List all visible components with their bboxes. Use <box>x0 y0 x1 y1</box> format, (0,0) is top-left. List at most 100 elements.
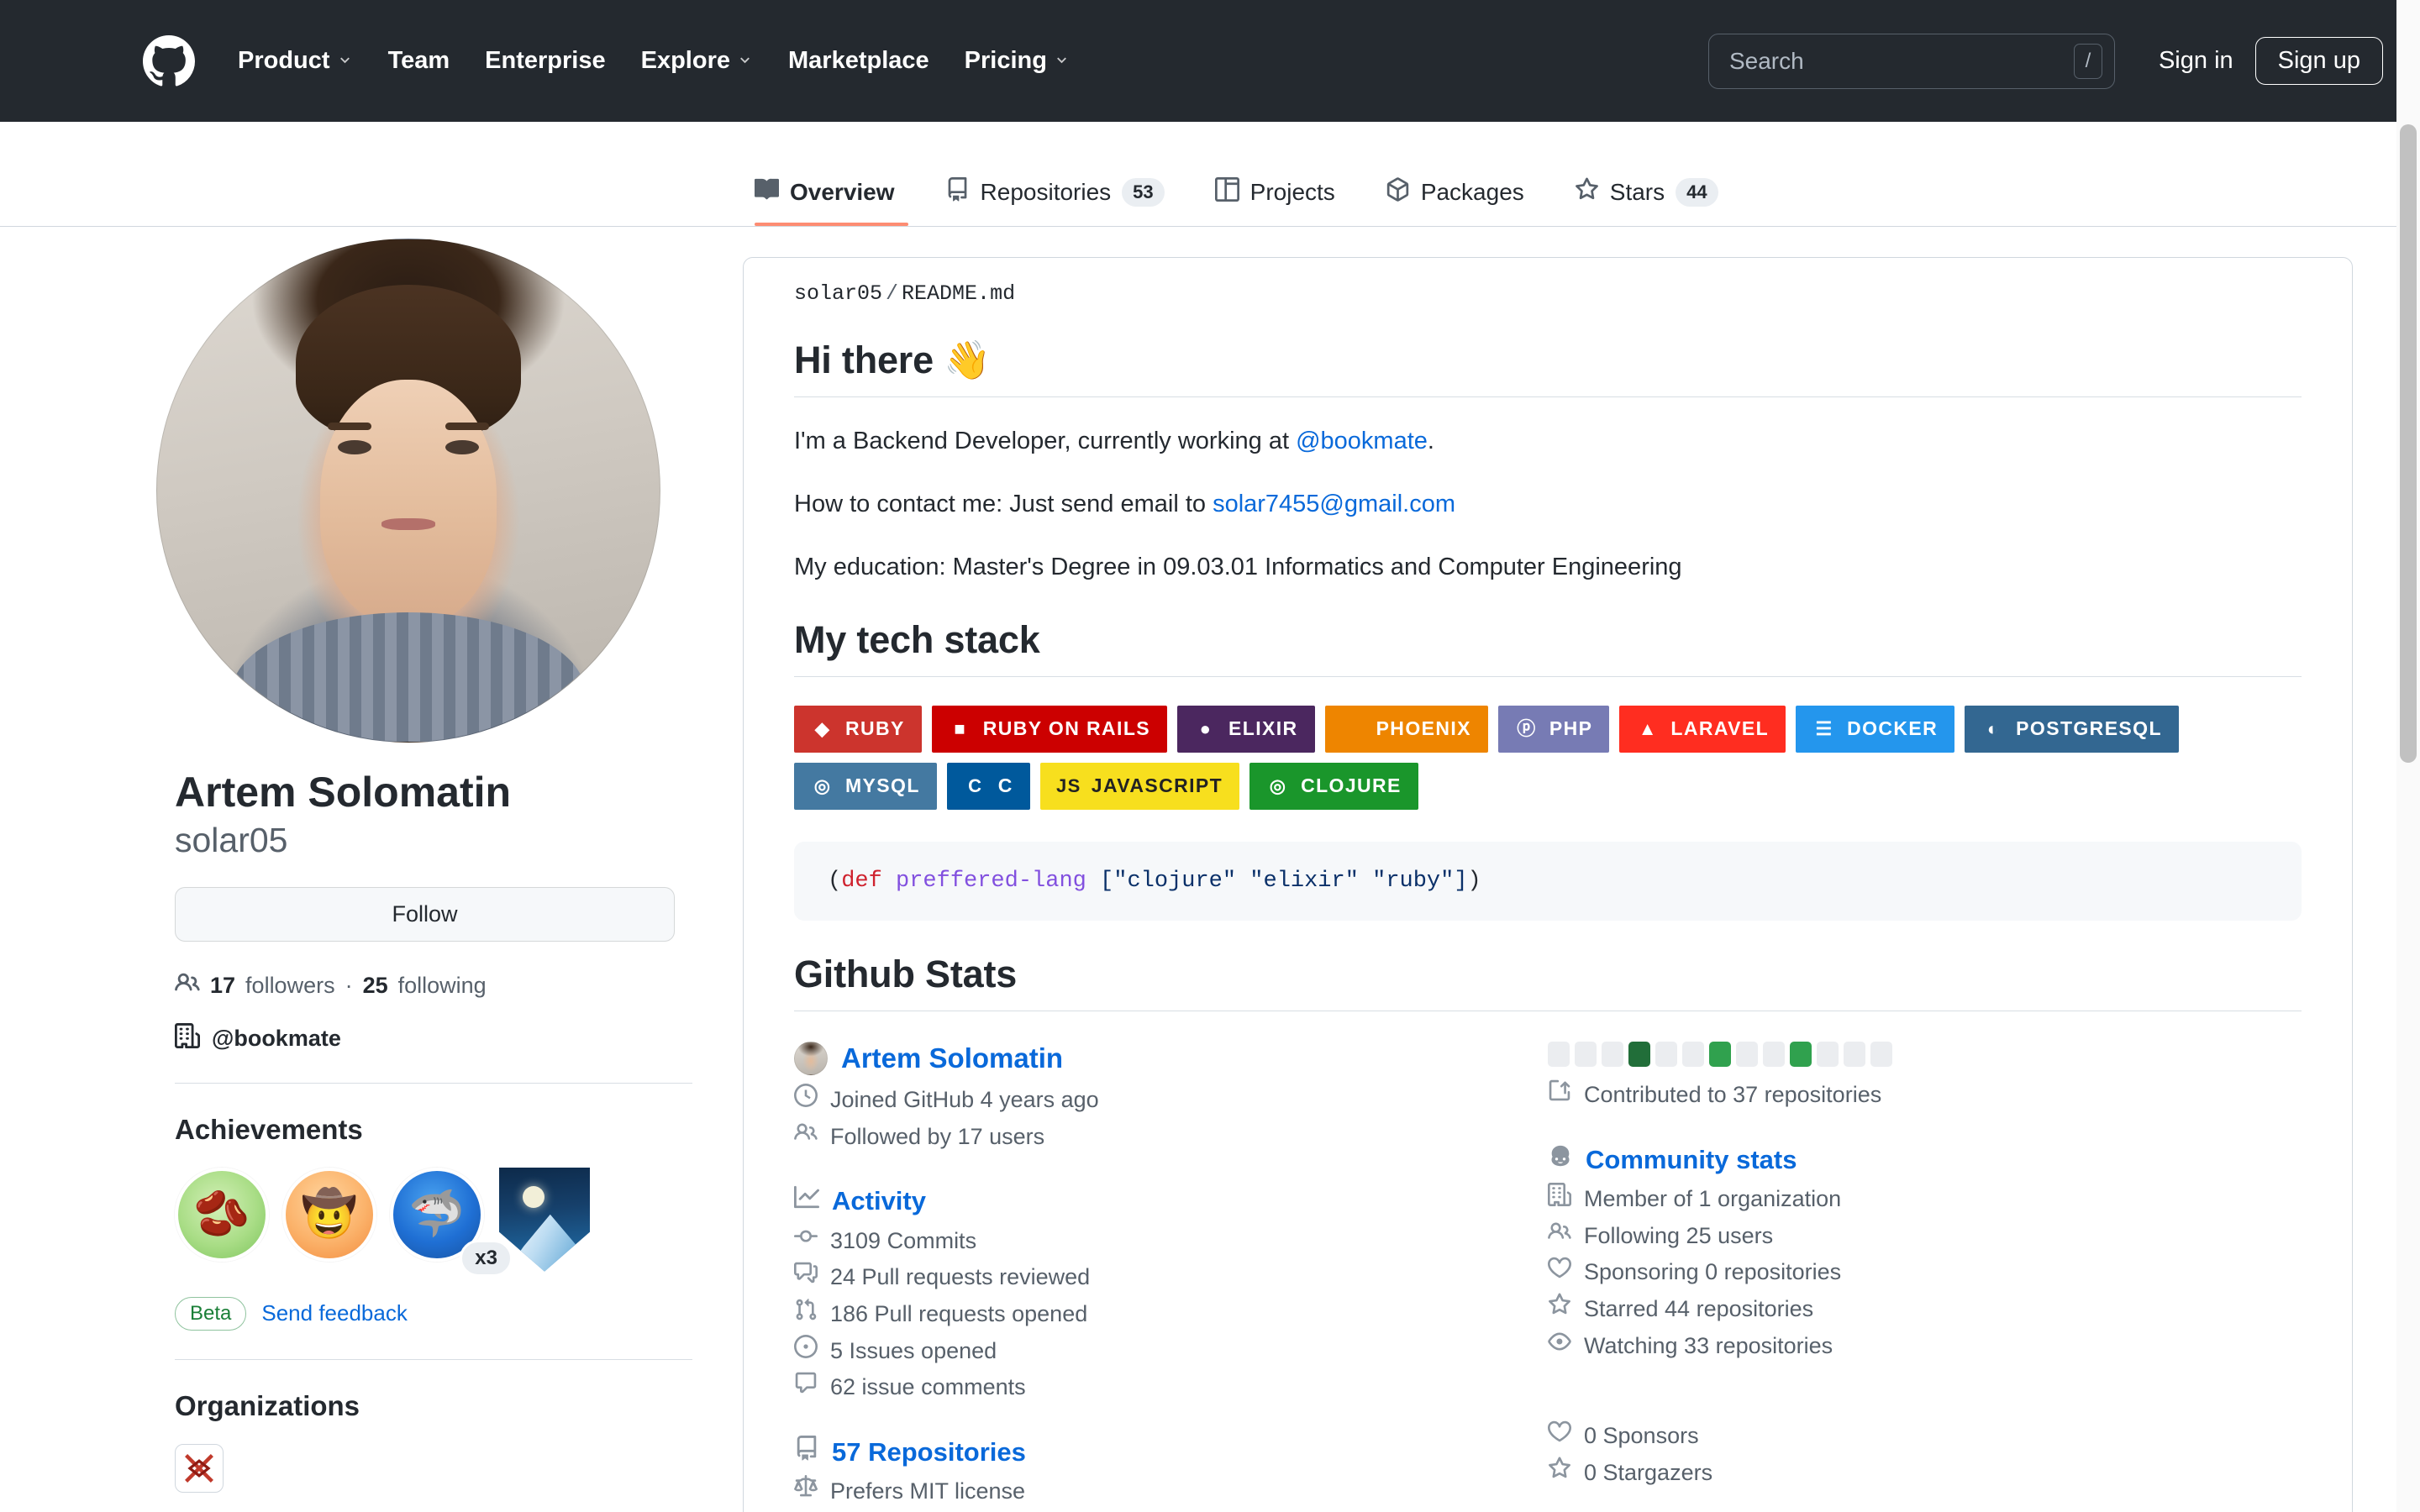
stats-starred-text: Starred 44 repositories <box>1584 1291 1813 1328</box>
nav-item-explore[interactable]: Explore <box>623 47 771 75</box>
badge-clojure[interactable]: ◎ CLOJURE <box>1249 763 1418 810</box>
stats-repositories-heading[interactable]: 57 Repositories <box>794 1431 1548 1473</box>
bookmate-link[interactable]: @bookmate <box>1296 428 1428 454</box>
sign-up-button[interactable]: Sign up <box>2255 37 2383 85</box>
contribution-square <box>1763 1042 1785 1067</box>
badge-phoenix[interactable]: PHOENIX <box>1325 706 1488 753</box>
readme-filename[interactable]: README.md <box>902 281 1015 306</box>
tab-label: Projects <box>1250 179 1335 206</box>
achievements-list: 🫘 🤠 🦈 x3 <box>175 1168 692 1272</box>
code-block-preferred-lang: (def preffered-lang ["clojure" "elixir" … <box>794 842 2302 921</box>
avatar-shirt <box>232 612 585 743</box>
activity-label[interactable]: Activity <box>832 1180 926 1222</box>
contribution-squares <box>1548 1042 2302 1067</box>
code-open-paren: ( <box>828 869 841 894</box>
docker-icon: ☰ <box>1812 717 1836 741</box>
nav-item-enterprise[interactable]: Enterprise <box>467 47 623 75</box>
nav-label: Product <box>238 47 330 75</box>
badge-laravel[interactable]: ▲LARAVEL <box>1619 706 1786 753</box>
achievement-arctic-code-vault[interactable] <box>497 1168 602 1272</box>
pair-extraordinaire-icon: 🫘 <box>175 1168 269 1262</box>
search-box[interactable]: / <box>1708 34 2115 89</box>
badge-ruby[interactable]: ◆RUBY <box>794 706 922 753</box>
tab-projects[interactable]: Projects <box>1190 177 1360 226</box>
stats-followed-text: Followed by 17 users <box>830 1119 1044 1156</box>
badge-c[interactable]: CC <box>947 763 1030 810</box>
chevron-down-icon <box>337 47 353 75</box>
tab-repositories[interactable]: Repositories 53 <box>920 177 1190 226</box>
community-label[interactable]: Community stats <box>1586 1139 1797 1181</box>
followers-count[interactable]: 17 <box>210 973 235 999</box>
stats-community-heading[interactable]: Community stats <box>1548 1139 2302 1181</box>
javascript-icon: JS <box>1057 774 1081 798</box>
badge-docker[interactable]: ☰DOCKER <box>1796 706 1954 753</box>
stats-user-row[interactable]: Artem Solomatin <box>794 1042 1548 1075</box>
nav-label: Pricing <box>965 47 1047 75</box>
achievement-quickdraw[interactable]: 🤠 <box>282 1168 387 1272</box>
header-right-actions: / Sign in Sign up <box>1708 34 2383 89</box>
contribution-square <box>1602 1042 1623 1067</box>
organization-name[interactable]: @bookmate <box>212 1026 341 1052</box>
clojure-icon: ◎ <box>1266 774 1290 798</box>
law-icon <box>794 1473 818 1510</box>
send-feedback-link[interactable]: Send feedback <box>261 1300 407 1326</box>
star-icon <box>1548 1291 1571 1328</box>
github-mark-icon[interactable] <box>143 35 195 87</box>
avatar[interactable] <box>156 239 660 743</box>
postgresql-icon: ◐ <box>1981 717 2005 741</box>
achievement-pair-extraordinaire[interactable]: 🫘 <box>175 1168 279 1272</box>
stats-watching-row: Watching 33 repositories <box>1548 1328 2302 1365</box>
tab-packages[interactable]: Packages <box>1360 177 1549 226</box>
sign-in-link[interactable]: Sign in <box>2137 47 2255 75</box>
badge-label: ELIXIR <box>1228 717 1298 740</box>
stats-license-row: Prefers MIT license <box>794 1473 1548 1510</box>
profile-sidebar: Artem Solomatin solar05 Follow 17 follow… <box>0 227 743 1512</box>
stats-sponsoring-row: Sponsoring 0 repositories <box>1548 1254 2302 1291</box>
follow-button[interactable]: Follow <box>175 887 675 942</box>
nav-item-pricing[interactable]: Pricing <box>947 47 1087 75</box>
beta-badge: Beta <box>175 1297 246 1331</box>
badge-php[interactable]: ⓟPHP <box>1498 706 1610 753</box>
nav-item-team[interactable]: Team <box>371 47 468 75</box>
page-scrollbar-thumb[interactable] <box>2400 124 2417 763</box>
badge-elixir[interactable]: ●ELIXIR <box>1177 706 1315 753</box>
readme-owner[interactable]: solar05 <box>794 281 882 306</box>
tab-overview[interactable]: Overview <box>743 177 920 226</box>
organization-avatar-bookmate[interactable] <box>175 1444 224 1493</box>
repo-push-icon <box>1548 1077 1571 1114</box>
following-count[interactable]: 25 <box>363 973 388 999</box>
primary-nav: Product Team Enterprise Explore Marketpl… <box>220 47 1708 75</box>
bookmate-logo-icon <box>181 1450 218 1487</box>
page-scrollbar-track[interactable] <box>2396 0 2420 1512</box>
contribution-square <box>1575 1042 1597 1067</box>
readme-paragraph-contact: How to contact me: Just send email to so… <box>794 486 2302 523</box>
nav-item-product[interactable]: Product <box>220 47 371 75</box>
repositories-label[interactable]: 57 Repositories <box>832 1431 1026 1473</box>
following-label[interactable]: following <box>398 973 487 999</box>
stats-pr-opened-row: 186 Pull requests opened <box>794 1296 1548 1333</box>
eye-icon <box>1548 1328 1571 1365</box>
search-input[interactable] <box>1729 48 2074 75</box>
email-link[interactable]: solar7455@gmail.com <box>1213 491 1455 517</box>
tab-label: Stars <box>1610 179 1665 206</box>
quickdraw-icon: 🤠 <box>282 1168 376 1262</box>
nav-item-marketplace[interactable]: Marketplace <box>771 47 947 75</box>
stats-sponsoring-text: Sponsoring 0 repositories <box>1584 1254 1841 1291</box>
badge-label: CLOJURE <box>1301 774 1402 797</box>
badge-postgresql[interactable]: ◐POSTGRESQL <box>1965 706 2179 753</box>
achievement-pull-shark[interactable]: 🦈 x3 <box>390 1168 494 1272</box>
badge-javascript[interactable]: JSJAVASCRIPT <box>1040 763 1239 810</box>
stats-stargazers-text: 0 Stargazers <box>1584 1455 1712 1492</box>
stats-column-right: Contributed to 37 repositories Community… <box>1548 1042 2302 1512</box>
commit-icon <box>794 1223 818 1260</box>
stats-user-name[interactable]: Artem Solomatin <box>841 1042 1063 1074</box>
tab-stars[interactable]: Stars 44 <box>1549 177 1744 226</box>
profile-organization-row[interactable]: @bookmate <box>175 1023 692 1084</box>
badge-mysql[interactable]: ◎MYSQL <box>794 763 937 810</box>
badge-ruby-on-rails[interactable]: ■RUBY ON RAILS <box>932 706 1167 753</box>
project-icon <box>1215 177 1239 207</box>
slash-shortcut-key: / <box>2074 44 2102 79</box>
people-icon <box>175 970 200 1001</box>
stats-activity-heading[interactable]: Activity <box>794 1180 1548 1222</box>
followers-label[interactable]: followers <box>245 973 335 999</box>
